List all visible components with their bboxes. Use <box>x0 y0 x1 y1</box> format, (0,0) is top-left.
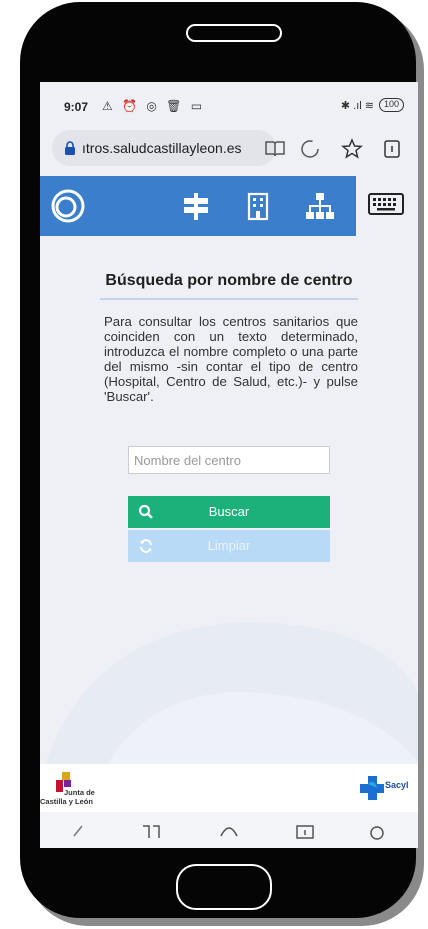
system-icons: ✱ .ıl ≋ 100 <box>341 98 404 112</box>
home-nav-icon[interactable] <box>218 818 240 840</box>
app-header <box>40 176 356 236</box>
junta-line-2: Castilla y León <box>40 797 93 806</box>
notification-icons: ⚠ ⏰ ◎ 🗑 ▭ <box>102 99 206 113</box>
junta-text: Junta de Castilla y León <box>40 788 95 806</box>
device-frame: 9:07 ⚠ ⏰ ◎ 🗑 ▭ ✱ .ıl ≋ 100 ıtros.saludca… <box>0 0 428 929</box>
lock-icon <box>65 141 75 155</box>
account-icon[interactable] <box>366 818 388 840</box>
phone-speaker <box>186 24 282 42</box>
title-divider <box>100 298 358 300</box>
sitemap-icon[interactable] <box>304 190 336 222</box>
status-bar: 9:07 ⚠ ⏰ ◎ 🗑 ▭ ✱ .ıl ≋ 100 <box>40 96 418 120</box>
instructions-text: Para consultar los centros sanitarios qu… <box>104 314 358 404</box>
battery-icon: 100 <box>378 98 404 112</box>
library-icon[interactable] <box>140 818 162 840</box>
reload-icon[interactable] <box>298 137 322 161</box>
search-button-label: Buscar <box>208 504 250 519</box>
keyboard-icon[interactable] <box>366 188 406 220</box>
page-title: Búsqueda por nombre de centro <box>105 272 353 289</box>
status-time: 9:07 <box>64 100 89 114</box>
edit-icon[interactable] <box>68 818 90 840</box>
signpost-icon[interactable] <box>180 190 212 222</box>
phone-screen: 9:07 ⚠ ⏰ ◎ 🗑 ▭ ✱ .ıl ≋ 100 ıtros.saludca… <box>40 82 418 848</box>
home-button[interactable] <box>176 864 272 910</box>
downloads-icon[interactable] <box>294 818 316 840</box>
logo-ring-icon[interactable] <box>48 186 88 226</box>
clear-button-label: Limpiar <box>207 538 251 553</box>
junta-line-1: Junta de <box>64 788 95 797</box>
search-button[interactable]: Buscar <box>128 496 330 528</box>
address-bar[interactable]: ıtros.saludcastillayleon.es <box>52 130 276 166</box>
page-footer: Junta de Castilla y León Sacyl <box>40 764 418 812</box>
clear-button[interactable]: Limpiar <box>128 530 330 562</box>
tabs-icon[interactable] <box>380 137 404 161</box>
url-text: ıtros.saludcastillayleon.es <box>82 140 242 156</box>
sacyl-text: Sacyl <box>385 780 409 790</box>
signal-icon: ✱ .ıl ≋ <box>340 99 374 112</box>
building-icon[interactable] <box>242 190 274 222</box>
browser-bottom-bar <box>40 812 418 848</box>
center-name-input[interactable] <box>128 446 330 474</box>
bookmark-star-icon[interactable] <box>340 137 364 161</box>
sacyl-logo[interactable] <box>360 776 384 800</box>
reader-mode-icon[interactable] <box>263 137 287 161</box>
